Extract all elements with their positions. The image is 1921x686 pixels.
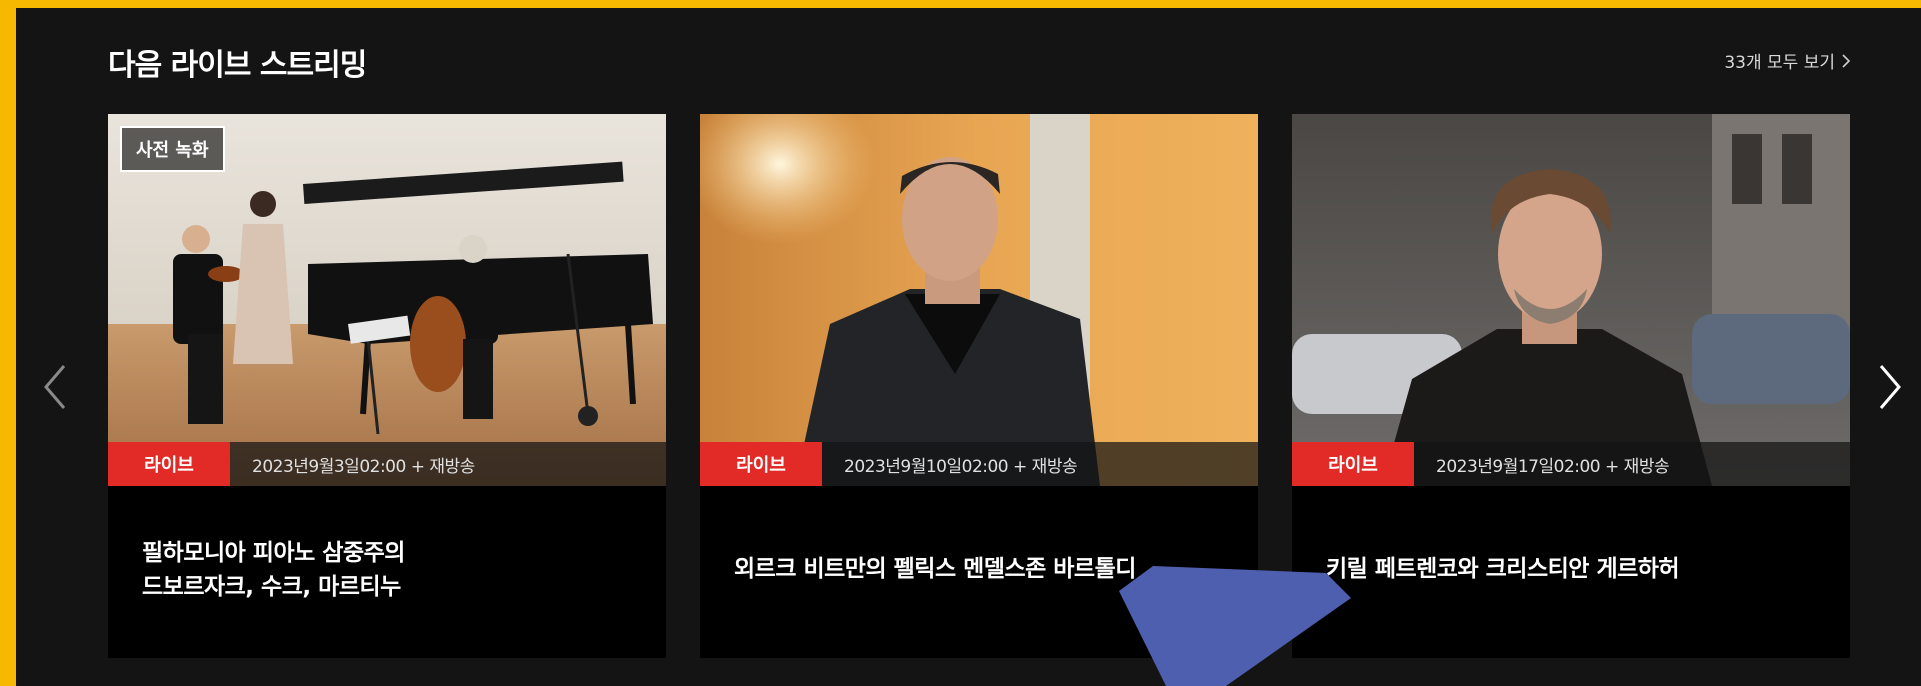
card-title-line-1: 필하모니아 피아노 삼중주의 xyxy=(142,540,405,566)
card-meta-bar: 라이브 2023년9월3일02:00 + 재방송 xyxy=(108,442,666,486)
live-badge: 라이브 xyxy=(1292,442,1414,486)
card-meta-bar: 라이브 2023년9월10일02:00 + 재방송 xyxy=(700,442,1258,486)
see-all-link[interactable]: 33개 모두 보기 xyxy=(1724,48,1853,73)
live-badge: 라이브 xyxy=(108,442,230,486)
card-datetime: 2023년9월10일02:00 + 재방송 xyxy=(844,456,1078,477)
card-title: 키릴 페트렌코와 크리스티안 게르하허 xyxy=(1326,552,1826,586)
section-title: 다음 라이브 스트리밍 xyxy=(108,48,367,83)
card-datetime: 2023년9월17일02:00 + 재방송 xyxy=(1436,456,1670,477)
card-title-line-1: 키릴 페트렌코와 크리스티안 게르하허 xyxy=(1326,556,1680,582)
card-meta-bar: 라이브 2023년9월17일02:00 + 재방송 xyxy=(1292,442,1850,486)
card-image-widmann: 라이브 2023년9월10일02:00 + 재방송 xyxy=(700,114,1258,486)
card-title: 필하모니아 피아노 삼중주의 드보르자크, 수크, 마르티누 xyxy=(142,536,642,604)
card-image-petrenko: 라이브 2023년9월17일02:00 + 재방송 xyxy=(1292,114,1850,486)
card-image-trio: 사전 녹화 라이브 2023년9월3일02:00 + 재방송 xyxy=(108,114,666,486)
card-title: 외르크 비트만의 펠릭스 멘델스존 바르톨디 xyxy=(734,552,1234,586)
card-title-line-1: 외르크 비트만의 펠릭스 멘델스존 바르톨디 xyxy=(734,556,1136,582)
card-datetime: 2023년9월3일02:00 + 재방송 xyxy=(252,456,475,477)
live-badge: 라이브 xyxy=(700,442,822,486)
carousel-next-button[interactable] xyxy=(1873,360,1907,414)
chevron-right-icon xyxy=(1842,53,1851,68)
stream-card-2[interactable]: 라이브 2023년9월10일02:00 + 재방송 외르크 비트만의 펠릭스 멘… xyxy=(700,114,1258,658)
stream-card-1[interactable]: 사전 녹화 라이브 2023년9월3일02:00 + 재방송 필하모니아 피아노… xyxy=(108,114,666,658)
carousel-prev-button[interactable] xyxy=(38,360,72,414)
stream-card-3[interactable]: 라이브 2023년9월17일02:00 + 재방송 키릴 페트렌코와 크리스티안… xyxy=(1292,114,1850,658)
streaming-section: 다음 라이브 스트리밍 33개 모두 보기 사전 녹화 라이브 2023년9월3… xyxy=(16,8,1921,686)
see-all-label: 33개 모두 보기 xyxy=(1724,53,1835,73)
prerecorded-badge: 사전 녹화 xyxy=(120,126,225,172)
card-title-line-2: 드보르자크, 수크, 마르티누 xyxy=(142,574,401,600)
